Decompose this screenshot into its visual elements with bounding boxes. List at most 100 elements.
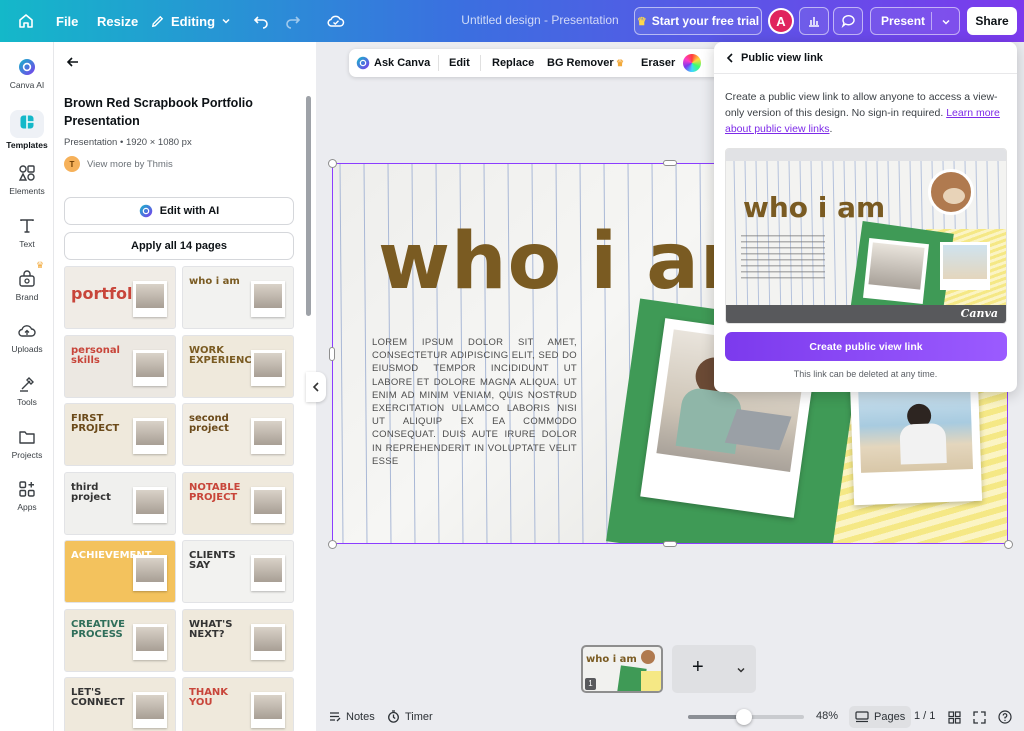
home-button[interactable]: [18, 0, 34, 42]
eraser-button[interactable]: Eraser: [641, 57, 675, 69]
rail-item-canva-ai[interactable]: Canva AI: [0, 58, 54, 90]
fullscreen-icon: [973, 711, 986, 724]
color-wheel-icon[interactable]: [683, 54, 701, 72]
create-public-link-button[interactable]: Create public view link: [725, 332, 1007, 361]
resize-handle[interactable]: [1004, 540, 1013, 549]
template-thumbnail[interactable]: NOTABLE PROJECT: [182, 471, 294, 535]
zoom-percentage[interactable]: 48%: [816, 710, 838, 722]
apply-all-pages-button[interactable]: Apply all 14 pages: [64, 232, 294, 260]
rail-item-elements[interactable]: Elements: [0, 164, 54, 196]
rail-item-projects[interactable]: Projects: [0, 428, 54, 460]
start-trial-label: Start your free trial: [651, 14, 760, 28]
public-view-link-popover: Public view link Create a public view li…: [714, 42, 1017, 392]
cloud-sync-button[interactable]: [327, 0, 345, 42]
resize-handle[interactable]: [328, 159, 337, 168]
grid-view-button[interactable]: [948, 711, 961, 724]
rail-label: Canva AI: [9, 80, 45, 90]
template-thumbnail-photo: [133, 349, 167, 386]
resize-handle[interactable]: [328, 540, 337, 549]
edit-with-ai-button[interactable]: Edit with AI: [64, 197, 294, 225]
apps-icon: [19, 481, 35, 497]
template-thumbnail[interactable]: portfolio: [64, 266, 176, 329]
help-button[interactable]: [998, 710, 1012, 724]
zoom-slider-knob[interactable]: [735, 709, 752, 725]
template-thumbnail-photo: [251, 623, 285, 660]
template-thumbnail[interactable]: LET'S CONNECT: [64, 677, 176, 731]
add-page-button[interactable]: +: [692, 657, 704, 677]
resize-handle[interactable]: [329, 347, 335, 361]
template-thumbnail[interactable]: who i am: [182, 266, 294, 329]
timer-button[interactable]: Timer: [387, 710, 433, 723]
chevron-down-icon[interactable]: [941, 17, 951, 27]
template-thumbnail-label: CLIENTS SAY: [189, 550, 236, 571]
rail-item-templates[interactable]: Templates: [0, 110, 54, 150]
template-thumbnail-photo-image: [254, 695, 282, 719]
template-thumbnail[interactable]: CREATIVE PROCESS: [64, 608, 176, 672]
notes-icon: [330, 712, 341, 722]
resize-button[interactable]: Resize: [97, 0, 138, 42]
rail-item-tools[interactable]: Tools: [0, 375, 54, 407]
rail-label: Apps: [17, 502, 37, 512]
template-thumbnail[interactable]: ACHIEVEMENT: [64, 540, 176, 603]
page-thumb-yellow-paper: [641, 671, 661, 691]
author-link[interactable]: T View more by Thmis: [64, 156, 173, 172]
notes-button[interactable]: Notes: [328, 710, 375, 723]
rail-item-text[interactable]: Text: [0, 217, 54, 249]
chevron-down-icon[interactable]: [736, 665, 746, 675]
document-title[interactable]: Untitled design - Presentation: [440, 13, 640, 27]
replace-button[interactable]: Replace: [492, 57, 534, 69]
rail-item-uploads[interactable]: Uploads: [0, 322, 54, 354]
template-thumbnail-photo-image: [254, 558, 282, 582]
template-thumbnail[interactable]: second project: [182, 403, 294, 466]
template-thumbnail-label: LET'S CONNECT: [71, 687, 125, 708]
bear-sticker-icon: [928, 169, 974, 215]
template-thumbnail[interactable]: WHAT'S NEXT?: [182, 608, 294, 672]
template-thumbnail-photo-image: [136, 558, 164, 582]
edit-with-ai-label: Edit with AI: [159, 205, 220, 217]
start-trial-button[interactable]: ♛ Start your free trial: [634, 7, 762, 35]
template-thumbnail-photo: [133, 486, 167, 523]
template-thumbnail[interactable]: third project: [64, 471, 176, 535]
user-avatar[interactable]: A: [768, 8, 794, 34]
template-thumbnail-label: third project: [71, 481, 111, 503]
fullscreen-button[interactable]: [973, 711, 986, 724]
editing-mode-dropdown[interactable]: Editing: [150, 0, 231, 42]
rail-item-brand[interactable]: ♛ Brand: [0, 260, 54, 302]
undo-button[interactable]: [253, 0, 269, 42]
file-menu[interactable]: File: [56, 0, 78, 42]
rail-item-apps[interactable]: Apps: [0, 480, 54, 512]
edit-button[interactable]: Edit: [449, 57, 470, 69]
back-arrow-icon[interactable]: [66, 55, 80, 69]
redo-button[interactable]: [285, 0, 301, 42]
share-button[interactable]: Share: [967, 7, 1017, 35]
page-thumb-bear: [641, 650, 655, 664]
template-thumbnail[interactable]: CLIENTS SAY: [182, 540, 294, 603]
panel-scrollbar[interactable]: [306, 96, 311, 316]
resize-handle[interactable]: [663, 160, 677, 166]
bg-remover-button[interactable]: BG Remover: [547, 57, 614, 69]
collapse-panel-button[interactable]: [306, 372, 326, 402]
template-thumbnail[interactable]: FIRST PROJECT: [64, 403, 176, 466]
template-thumbnail[interactable]: personal skills: [64, 334, 176, 398]
present-button[interactable]: Present: [870, 7, 960, 35]
elements-icon: [18, 165, 35, 181]
insights-button[interactable]: [799, 7, 829, 35]
pages-button[interactable]: Pages: [849, 706, 912, 728]
template-thumbnail-label: second project: [189, 413, 229, 434]
template-thumbnail-photo: [251, 692, 285, 728]
template-thumbnail[interactable]: WORK EXPERIENCE: [182, 334, 294, 398]
canva-ai-icon: [356, 56, 370, 70]
template-thumbnail-photo: [133, 418, 167, 454]
chevron-left-icon[interactable]: [725, 53, 735, 63]
resize-handle[interactable]: [663, 541, 677, 547]
page-thumbnail[interactable]: who i am 1: [581, 645, 663, 693]
cloud-check-icon: [327, 15, 345, 27]
paper-rule-line: [843, 161, 848, 323]
template-thumbnail-photo: [251, 418, 285, 454]
ask-canva-button[interactable]: Ask Canva: [374, 57, 430, 69]
zoom-slider[interactable]: [688, 709, 804, 725]
popover-header: Public view link: [714, 42, 1017, 74]
template-thumbnail[interactable]: THANK YOU: [182, 677, 294, 731]
comments-button[interactable]: [833, 7, 863, 35]
template-thumbnail-photo-image: [254, 284, 282, 308]
